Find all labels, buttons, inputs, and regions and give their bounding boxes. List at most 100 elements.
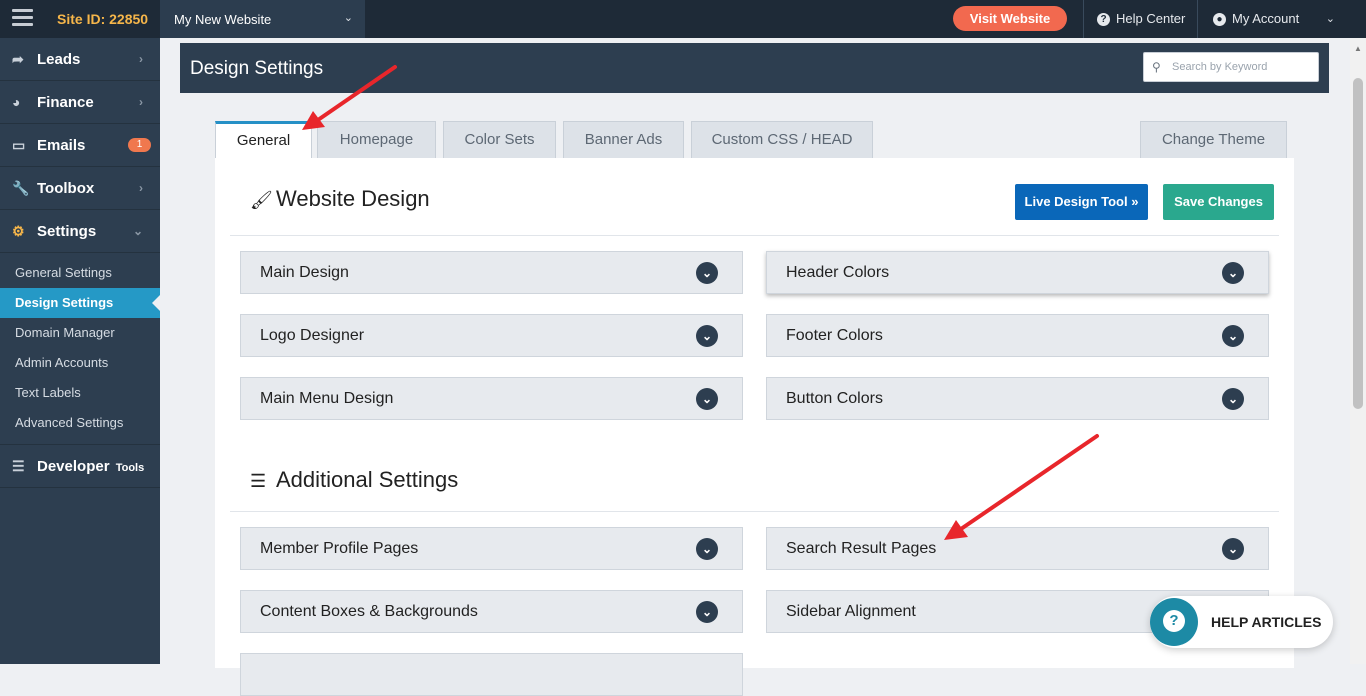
submenu-item-text-labels[interactable]: Text Labels xyxy=(0,378,160,408)
accordion-main-menu-design[interactable]: Main Menu Design ⌄ xyxy=(240,377,743,420)
sidebar-item-label: Developer xyxy=(37,458,110,475)
chevron-down-circle-icon[interactable]: ⌄ xyxy=(1222,388,1244,410)
sidebar-item-label: Leads xyxy=(37,51,81,68)
help-articles-label: HELP ARTICLES xyxy=(1211,614,1322,630)
tab-color-sets[interactable]: Color Sets xyxy=(443,121,556,158)
accordion-row-partial[interactable] xyxy=(240,653,743,696)
change-theme-tab[interactable]: Change Theme xyxy=(1140,121,1287,158)
tab-homepage[interactable]: Homepage xyxy=(317,121,436,158)
accordion-logo-designer[interactable]: Logo Designer ⌄ xyxy=(240,314,743,357)
chevron-down-circle-icon[interactable]: ⌄ xyxy=(696,325,718,347)
help-center-link[interactable]: ? Help Center xyxy=(1097,0,1185,38)
divider xyxy=(1197,0,1198,38)
website-selector[interactable]: My New Website ⌄ xyxy=(160,0,365,38)
hamburger-menu-icon[interactable] xyxy=(12,9,33,29)
chevron-right-icon: › xyxy=(139,181,143,195)
divider xyxy=(230,511,1279,512)
accordion-footer-colors[interactable]: Footer Colors ⌄ xyxy=(766,314,1269,357)
sidebar-item-label-suffix: Tools xyxy=(115,462,145,474)
my-account-label: My Account xyxy=(1232,11,1300,26)
question-mark-icon: ? xyxy=(1163,610,1185,632)
save-changes-button[interactable]: Save Changes xyxy=(1163,184,1274,220)
wrench-icon: 🔧 xyxy=(12,180,30,196)
additional-settings-title: Additional Settings xyxy=(276,467,459,492)
accordion-member-profile-pages[interactable]: Member Profile Pages ⌄ xyxy=(240,527,743,570)
settings-card: 🖌 Website Design Live Design Tool » Save … xyxy=(215,158,1294,696)
keyword-search[interactable]: ⚲ xyxy=(1143,52,1319,82)
submenu-item-domain-manager[interactable]: Domain Manager xyxy=(0,318,160,348)
user-circle-icon: ● xyxy=(1213,13,1226,27)
sidebar-item-emails[interactable]: ▭ Emails 1 xyxy=(0,124,160,167)
chevron-down-icon: ⌄ xyxy=(1325,13,1335,25)
scroll-up-arrow-icon[interactable]: ▲ xyxy=(1354,44,1362,53)
accordion-button-colors[interactable]: Button Colors ⌄ xyxy=(766,377,1269,420)
sidebar-item-label: Toolbox xyxy=(37,180,95,197)
search-icon: ⚲ xyxy=(1152,60,1161,74)
chevron-down-circle-icon[interactable]: ⌄ xyxy=(696,262,718,284)
sidebar-item-label: Emails xyxy=(37,137,86,154)
search-input[interactable] xyxy=(1172,54,1312,80)
chevron-down-icon: ⌄ xyxy=(132,224,143,238)
page-scrollbar[interactable]: ▲ xyxy=(1350,38,1366,664)
help-circle: ? xyxy=(1150,598,1198,646)
accordion-label: Main Menu Design xyxy=(260,390,394,407)
submenu-item-advanced-settings[interactable]: Advanced Settings xyxy=(0,408,160,438)
sidebar: ➦ Leads › ◕ Finance › ▭ Emails 1 🔧 Toolb… xyxy=(0,38,160,664)
question-circle-icon: ? xyxy=(1097,13,1110,27)
gear-icon: ⚙ xyxy=(12,223,25,239)
accordion-label: Header Colors xyxy=(786,264,890,281)
visit-website-button[interactable]: Visit Website xyxy=(953,6,1067,31)
accordion-label: Content Boxes & Backgrounds xyxy=(260,603,478,620)
accordion-label: Button Colors xyxy=(786,390,883,407)
accordion-main-design[interactable]: Main Design ⌄ xyxy=(240,251,743,294)
sidebar-item-finance[interactable]: ◕ Finance › xyxy=(0,81,160,124)
chevron-down-circle-icon[interactable]: ⌄ xyxy=(1222,325,1244,347)
sidebar-item-leads[interactable]: ➦ Leads › xyxy=(0,38,160,81)
help-center-label: Help Center xyxy=(1116,11,1186,26)
sidebar-item-label: Settings xyxy=(37,223,97,240)
website-design-title: Website Design xyxy=(276,186,430,211)
main-area: Design Settings ⚲ General Homepage Color… xyxy=(160,38,1350,696)
unread-count-badge: 1 xyxy=(128,138,151,152)
settings-submenu: General Settings Design Settings Domain … xyxy=(0,253,160,445)
additional-settings-heading: ☰ Additional Settings xyxy=(250,467,458,493)
chevron-down-circle-icon[interactable]: ⌄ xyxy=(1222,538,1244,560)
accordion-label: Main Design xyxy=(260,264,349,281)
pie-chart-icon: ◕ xyxy=(12,94,21,110)
divider xyxy=(230,235,1279,236)
sidebar-item-settings[interactable]: ⚙ Settings ⌄ xyxy=(0,210,160,253)
chevron-down-circle-icon[interactable]: ⌄ xyxy=(1222,262,1244,284)
website-selector-value: My New Website xyxy=(174,12,272,27)
accordion-content-boxes-backgrounds[interactable]: Content Boxes & Backgrounds ⌄ xyxy=(240,590,743,633)
chevron-down-circle-icon[interactable]: ⌄ xyxy=(696,388,718,410)
chevron-down-circle-icon[interactable]: ⌄ xyxy=(696,538,718,560)
my-account-menu[interactable]: ● My Account ⌄ xyxy=(1213,0,1353,38)
submenu-item-design-settings[interactable]: Design Settings xyxy=(0,288,160,318)
help-articles-widget[interactable]: ? HELP ARTICLES xyxy=(1150,596,1333,648)
live-design-tool-button[interactable]: Live Design Tool » xyxy=(1015,184,1148,220)
chevron-down-circle-icon[interactable]: ⌄ xyxy=(696,601,718,623)
accordion-label: Footer Colors xyxy=(786,327,883,344)
divider xyxy=(1083,0,1084,38)
content-area: General Homepage Color Sets Banner Ads C… xyxy=(180,93,1329,696)
panel-header: Design Settings ⚲ xyxy=(180,43,1329,93)
sidebar-item-developer-tools[interactable]: ☰ Developer Tools xyxy=(0,445,160,488)
chevron-right-icon: › xyxy=(139,95,143,109)
sliders-icon: ☰ xyxy=(250,470,267,491)
inbox-icon: ▭ xyxy=(12,137,26,153)
scroll-thumb[interactable] xyxy=(1353,78,1363,409)
accordion-search-result-pages[interactable]: Search Result Pages ⌄ xyxy=(766,527,1269,570)
accordion-header-colors[interactable]: Header Colors ⌄ xyxy=(766,251,1269,294)
sliders-icon: ☰ xyxy=(12,458,25,474)
share-arrow-icon: ➦ xyxy=(12,51,24,67)
tab-general[interactable]: General xyxy=(215,121,312,159)
sidebar-item-toolbox[interactable]: 🔧 Toolbox › xyxy=(0,167,160,210)
submenu-item-admin-accounts[interactable]: Admin Accounts xyxy=(0,348,160,378)
accordion-label: Member Profile Pages xyxy=(260,540,419,557)
submenu-item-general-settings[interactable]: General Settings xyxy=(0,258,160,288)
accordion-label: Search Result Pages xyxy=(786,540,937,557)
tab-banner-ads[interactable]: Banner Ads xyxy=(563,121,684,158)
tab-custom-css-head[interactable]: Custom CSS / HEAD xyxy=(691,121,873,158)
chevron-right-icon: › xyxy=(139,52,143,66)
paintbrush-icon: 🖌 xyxy=(250,189,273,210)
